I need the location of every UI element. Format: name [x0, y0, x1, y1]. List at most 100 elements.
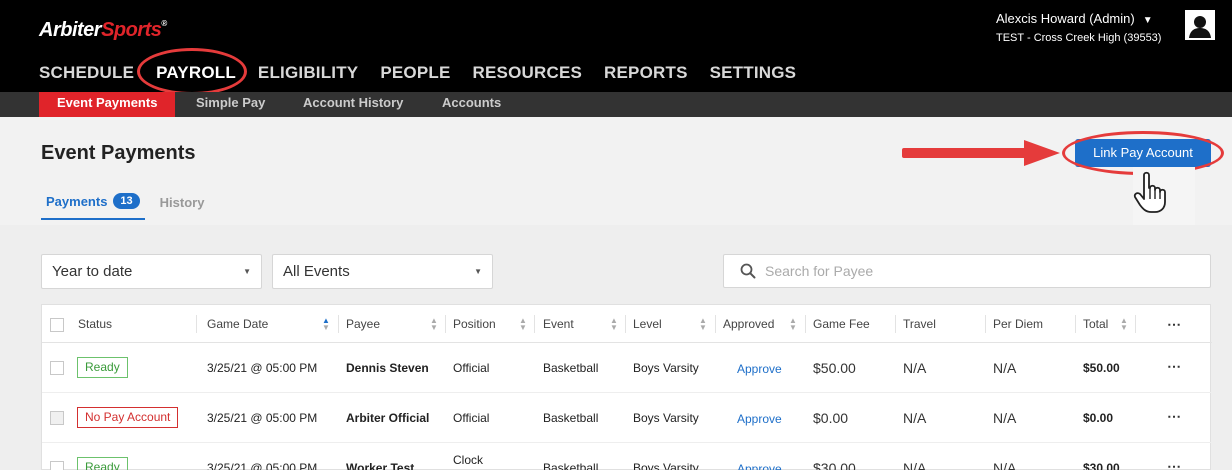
sub-nav: Event Payments Simple Pay Account Histor… — [0, 92, 1232, 117]
row-checkbox[interactable] — [50, 361, 64, 375]
nav-schedule[interactable]: SCHEDULE — [39, 63, 134, 83]
payee-name[interactable]: Dennis Steven — [346, 361, 429, 375]
annotation-arrow-icon — [902, 140, 1060, 166]
event: Basketball — [543, 461, 599, 470]
nav-people[interactable]: PEOPLE — [380, 63, 450, 83]
events-select[interactable]: All Events ▼ — [272, 254, 493, 289]
header-divider — [805, 315, 806, 333]
nav-reports[interactable]: REPORTS — [604, 63, 688, 83]
event: Basketball — [543, 411, 599, 425]
event: Basketball — [543, 361, 599, 375]
header-divider — [338, 315, 339, 333]
subnav-accounts[interactable]: Accounts — [442, 92, 501, 117]
header-divider — [534, 315, 535, 333]
game-date: 3/25/21 @ 05:00 PM — [207, 361, 318, 375]
level: Boys Varsity — [633, 361, 699, 375]
select-all-checkbox[interactable] — [50, 318, 64, 332]
sort-icon[interactable]: ▲ ▼ — [699, 317, 707, 332]
user-avatar-icon — [1187, 12, 1213, 38]
more-options-icon[interactable]: ⋯ — [1167, 305, 1182, 343]
status-badge: No Pay Account — [77, 407, 179, 428]
position: Clock — [453, 453, 484, 467]
nav-resources[interactable]: RESOURCES — [473, 63, 583, 83]
search-icon — [740, 263, 756, 279]
total: $50.00 — [1083, 361, 1120, 375]
game-fee: $0.00 — [813, 410, 849, 426]
row-more-icon[interactable]: ⋯ — [1167, 408, 1182, 425]
sort-icon[interactable]: ▲ ▼ — [789, 317, 797, 332]
approve-link[interactable]: Approve — [737, 462, 782, 470]
hand-pointer-icon — [1133, 171, 1166, 213]
header-payee[interactable]: Payee — [346, 305, 380, 343]
header-divider — [445, 315, 446, 333]
status-badge: Ready — [77, 457, 128, 470]
payee-name[interactable]: Worker Test — [346, 461, 414, 470]
search-input[interactable] — [765, 255, 1195, 287]
row-more-icon[interactable]: ⋯ — [1167, 458, 1182, 470]
position: Official — [453, 411, 490, 425]
header-travel: Travel — [903, 317, 936, 331]
table-row[interactable]: Ready 3/25/21 @ 05:00 PM Worker Test Clo… — [42, 443, 1212, 470]
header-status[interactable]: Status — [78, 305, 112, 343]
page-title: Event Payments — [41, 142, 196, 164]
tab-history[interactable]: History — [160, 195, 205, 219]
chevron-down-icon[interactable]: ▼ — [1143, 15, 1153, 26]
user-name[interactable]: Alexcis Howard (Admin) — [996, 11, 1135, 26]
table-row[interactable]: No Pay Account 3/25/21 @ 05:00 PM Arbite… — [42, 393, 1212, 443]
payment-tabs: Payments 13 History — [41, 193, 204, 220]
game-date: 3/25/21 @ 05:00 PM — [207, 461, 318, 470]
subnav-account-history[interactable]: Account History — [303, 92, 403, 117]
travel: N/A — [903, 360, 927, 376]
table-row[interactable]: Ready 3/25/21 @ 05:00 PM Dennis Steven O… — [42, 343, 1212, 393]
payroll-highlight-circle — [137, 48, 247, 95]
arbiter-logo[interactable]: ArbiterSports® — [39, 19, 167, 42]
game-date: 3/25/21 @ 05:00 PM — [207, 411, 318, 425]
count-badge: 13 — [113, 193, 140, 209]
level: Boys Varsity — [633, 461, 699, 470]
payee-name[interactable]: Arbiter Official — [346, 411, 429, 425]
row-more-icon[interactable]: ⋯ — [1167, 358, 1182, 375]
game-fee: $30.00 — [813, 460, 856, 470]
header-divider — [715, 315, 716, 333]
row-checkbox[interactable] — [50, 461, 64, 470]
sort-icon[interactable]: ▲ ▼ — [322, 317, 330, 332]
header-divider — [895, 315, 896, 333]
user-school: TEST - Cross Creek High (39553) — [996, 32, 1162, 44]
approve-link[interactable]: Approve — [737, 362, 782, 376]
sort-icon[interactable]: ▲ ▼ — [430, 317, 438, 332]
sort-icon[interactable]: ▲ ▼ — [610, 317, 618, 332]
total: $30.00 — [1083, 461, 1120, 470]
total: $0.00 — [1083, 411, 1114, 425]
top-header: ArbiterSports® Alexcis Howard (Admin) ▼ T… — [0, 0, 1232, 95]
status-badge: Ready — [77, 357, 128, 378]
sort-icon[interactable]: ▲ ▼ — [519, 317, 527, 332]
header-game-fee: Game Fee — [813, 317, 870, 331]
header-divider — [196, 315, 197, 333]
row-checkbox[interactable] — [50, 411, 64, 425]
header-position[interactable]: Position — [453, 305, 496, 343]
date-range-select[interactable]: Year to date ▼ — [41, 254, 262, 289]
header-level[interactable]: Level — [633, 305, 662, 343]
nav-settings[interactable]: SETTINGS — [710, 63, 797, 83]
header-divider — [625, 315, 626, 333]
header-approved[interactable]: Approved — [723, 305, 774, 343]
header-total[interactable]: Total — [1083, 305, 1108, 343]
per-diem: N/A — [993, 460, 1017, 470]
avatar[interactable] — [1185, 10, 1215, 40]
nav-eligibility[interactable]: ELIGIBILITY — [258, 63, 358, 83]
payee-search — [723, 254, 1211, 288]
travel: N/A — [903, 460, 927, 470]
sort-icon[interactable]: ▲ ▼ — [1120, 317, 1128, 332]
tab-payments[interactable]: Payments 13 — [41, 193, 145, 220]
subnav-simple-pay[interactable]: Simple Pay — [196, 92, 265, 117]
header-game-date[interactable]: Game Date — [207, 305, 268, 343]
user-menu[interactable]: Alexcis Howard (Admin) ▼ TEST - Cross Cre… — [996, 11, 1161, 44]
header-event[interactable]: Event — [543, 305, 574, 343]
subnav-event-payments[interactable]: Event Payments — [39, 92, 176, 117]
approve-link[interactable]: Approve — [737, 412, 782, 426]
position: Official — [453, 361, 490, 375]
per-diem: N/A — [993, 360, 1017, 376]
header-per-diem: Per Diem — [993, 317, 1044, 331]
tab-payments-label: Payments — [46, 193, 108, 209]
payments-table: Status Game Date ▲ ▼ Payee ▲ ▼ Position ▲ ▼… — [41, 304, 1212, 470]
